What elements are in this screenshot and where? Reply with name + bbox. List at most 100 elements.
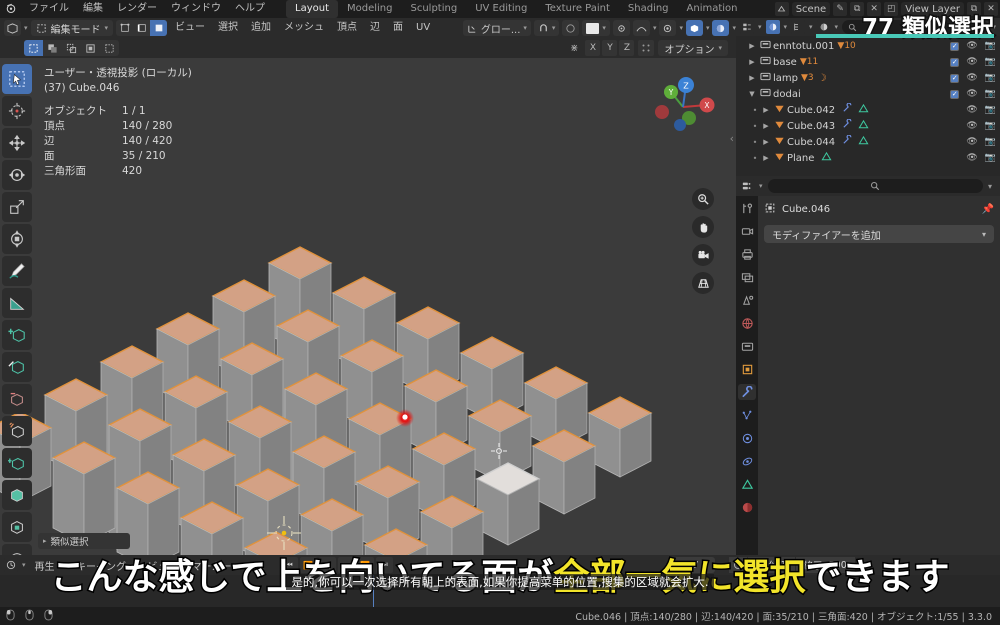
eye-icon[interactable]: 👁 — [966, 89, 977, 99]
select-box-mode-icon[interactable] — [24, 40, 43, 56]
viewport-options-dropdown[interactable]: オプション ▾ — [658, 40, 728, 56]
properties-tab-output[interactable] — [738, 246, 756, 262]
editor-type-icon[interactable] — [4, 20, 21, 36]
clock-icon[interactable] — [728, 557, 747, 573]
viewport-menu-vertex[interactable]: 頂点 — [332, 20, 362, 36]
viewport-menu-face[interactable]: 面 — [388, 20, 408, 36]
tool-knife[interactable] — [2, 480, 32, 510]
viewport-menu-view[interactable]: ビュー — [170, 20, 210, 36]
select-invert-mode-icon[interactable] — [81, 40, 100, 56]
xray-toggle-icon[interactable] — [659, 20, 677, 36]
eye-icon[interactable]: 👁 — [966, 153, 977, 163]
outliner-row-dodai[interactable]: ▼ dodai ✓ 👁 📷 — [736, 86, 1000, 102]
timeline-editor-type-icon[interactable] — [4, 558, 18, 572]
ortho-persp-grid-icon[interactable] — [692, 272, 714, 294]
tool-annotate[interactable] — [2, 256, 32, 286]
timeline-menu-playback[interactable]: 再生 — [30, 558, 60, 573]
properties-tab-view-layer[interactable] — [738, 269, 756, 285]
3d-viewport[interactable]: ユーザー・透視投影 (ローカル) (37) Cube.046 オブジェクト 1 /… — [0, 58, 736, 555]
viewport-menu-uv[interactable]: UV — [411, 20, 435, 36]
viewport-color-swatch[interactable]: ▾ — [582, 20, 610, 36]
camera-icon[interactable]: 📷 — [985, 57, 996, 67]
camera-icon[interactable] — [692, 244, 714, 266]
viewport-menu-edge[interactable]: 辺 — [365, 20, 385, 36]
sidebar-toggle-arrow-icon[interactable]: ‹ — [730, 132, 734, 145]
menu-render[interactable]: レンダー — [110, 0, 164, 18]
outliner-row-cube042[interactable]: • ▶ Cube.042 👁 📷 — [736, 102, 1000, 118]
eye-icon[interactable]: 👁 — [966, 105, 977, 115]
scene-browse-icon[interactable] — [774, 2, 789, 16]
tool-measure[interactable] — [2, 288, 32, 318]
pin-icon[interactable]: ✎ — [833, 2, 848, 16]
outliner-row-cube044[interactable]: • ▶ Cube.044 👁 📷 — [736, 134, 1000, 150]
select-subtract-mode-icon[interactable] — [62, 40, 81, 56]
tab-uv-editing[interactable]: UV Editing — [466, 0, 536, 18]
tool-spin[interactable] — [2, 544, 32, 555]
eye-icon[interactable]: 👁 — [966, 137, 977, 147]
tool-rotate[interactable] — [2, 160, 32, 190]
menu-help[interactable]: ヘルプ — [228, 0, 272, 18]
collapse-arrow-icon[interactable]: ▼ — [746, 90, 758, 98]
tab-texture-paint[interactable]: Texture Paint — [536, 0, 619, 18]
properties-tab-object-data[interactable] — [738, 476, 756, 492]
tool-transform[interactable] — [2, 224, 32, 254]
menu-window[interactable]: ウィンドウ — [164, 0, 228, 18]
face-select-icon[interactable] — [150, 20, 168, 36]
expand-arrow-icon[interactable]: ▶ — [760, 138, 772, 146]
navigation-gizmo[interactable]: Z Y X — [648, 72, 718, 142]
properties-tab-collection[interactable] — [738, 338, 756, 354]
outliner-filter-icon[interactable] — [816, 20, 831, 34]
outliner-row-lamp[interactable]: ▶ lamp ▼3 ☽ ✓ 👁 📷 — [736, 70, 1000, 86]
camera-icon[interactable]: 📷 — [985, 89, 996, 99]
shading-solid-icon[interactable] — [685, 20, 703, 36]
tool-inset-faces[interactable] — [2, 384, 32, 414]
viewport-shading-sphere-icon[interactable] — [712, 20, 730, 36]
camera-icon[interactable]: 📷 — [985, 41, 996, 51]
select-extend-mode-icon[interactable] — [43, 40, 62, 56]
eye-icon[interactable]: 👁 — [966, 121, 977, 131]
proportional-edit-icon[interactable] — [562, 20, 580, 36]
camera-icon[interactable]: 📷 — [985, 105, 996, 115]
mirror-axis-x[interactable]: X — [585, 40, 601, 56]
mirror-icon[interactable]: ⋇ — [567, 43, 581, 54]
jump-start-icon[interactable]: ⏮ — [280, 557, 298, 573]
play-icon[interactable]: ▶ — [337, 557, 355, 573]
select-intersect-mode-icon[interactable] — [100, 40, 119, 56]
outliner-row-plane[interactable]: • ▶ Plane 👁 📷 — [736, 150, 1000, 166]
tool-move[interactable] — [2, 128, 32, 158]
properties-editor-type-icon[interactable] — [740, 179, 754, 193]
expand-arrow-icon[interactable]: ▶ — [746, 58, 758, 66]
camera-icon[interactable]: 📷 — [985, 73, 996, 83]
properties-tab-render[interactable] — [738, 223, 756, 239]
tool-cursor[interactable] — [2, 96, 32, 126]
timeline-menu-marker[interactable]: マーカー — [187, 558, 237, 573]
transform-orientation-dropdown[interactable]: グロー... ▾ — [462, 20, 531, 36]
prev-keyframe-icon[interactable]: ⏪ — [299, 557, 317, 573]
eye-icon[interactable]: 👁 — [966, 41, 977, 51]
viewport-menu-select[interactable]: 選択 — [213, 20, 243, 36]
camera-icon[interactable]: 📷 — [985, 153, 996, 163]
checkbox-icon[interactable]: ✓ — [950, 41, 960, 51]
edge-select-icon[interactable] — [133, 20, 150, 36]
jump-end-icon[interactable]: ⏭ — [375, 557, 393, 573]
checkbox-icon[interactable]: ✓ — [950, 73, 960, 83]
outliner-row-cube043[interactable]: • ▶ Cube.043 👁 📷 — [736, 118, 1000, 134]
properties-tab-constraints[interactable] — [738, 453, 756, 469]
tab-sculpting[interactable]: Sculpting — [402, 0, 467, 18]
next-keyframe-icon[interactable]: ⏩ — [356, 557, 374, 573]
topology-mirror-icon[interactable] — [638, 40, 655, 56]
expand-arrow-icon[interactable]: ▶ — [760, 154, 772, 162]
frame-end-field[interactable]: 終了 500 — [795, 557, 855, 573]
eye-icon[interactable]: 👁 — [966, 57, 977, 67]
eye-icon[interactable]: 👁 — [966, 73, 977, 83]
properties-tab-world[interactable] — [738, 315, 756, 331]
properties-tab-particles[interactable] — [738, 407, 756, 423]
tool-loop-cut[interactable] — [2, 448, 32, 478]
properties-tab-modifiers[interactable] — [738, 384, 756, 400]
tool-select-box[interactable] — [2, 64, 32, 94]
properties-search-input[interactable] — [767, 179, 983, 193]
properties-tab-material[interactable] — [738, 499, 756, 515]
outliner-editor-type-icon[interactable] — [740, 20, 754, 34]
play-reverse-icon[interactable]: ◀ — [318, 557, 336, 573]
outliner-filter-hierarchy-icon[interactable] — [791, 20, 806, 34]
